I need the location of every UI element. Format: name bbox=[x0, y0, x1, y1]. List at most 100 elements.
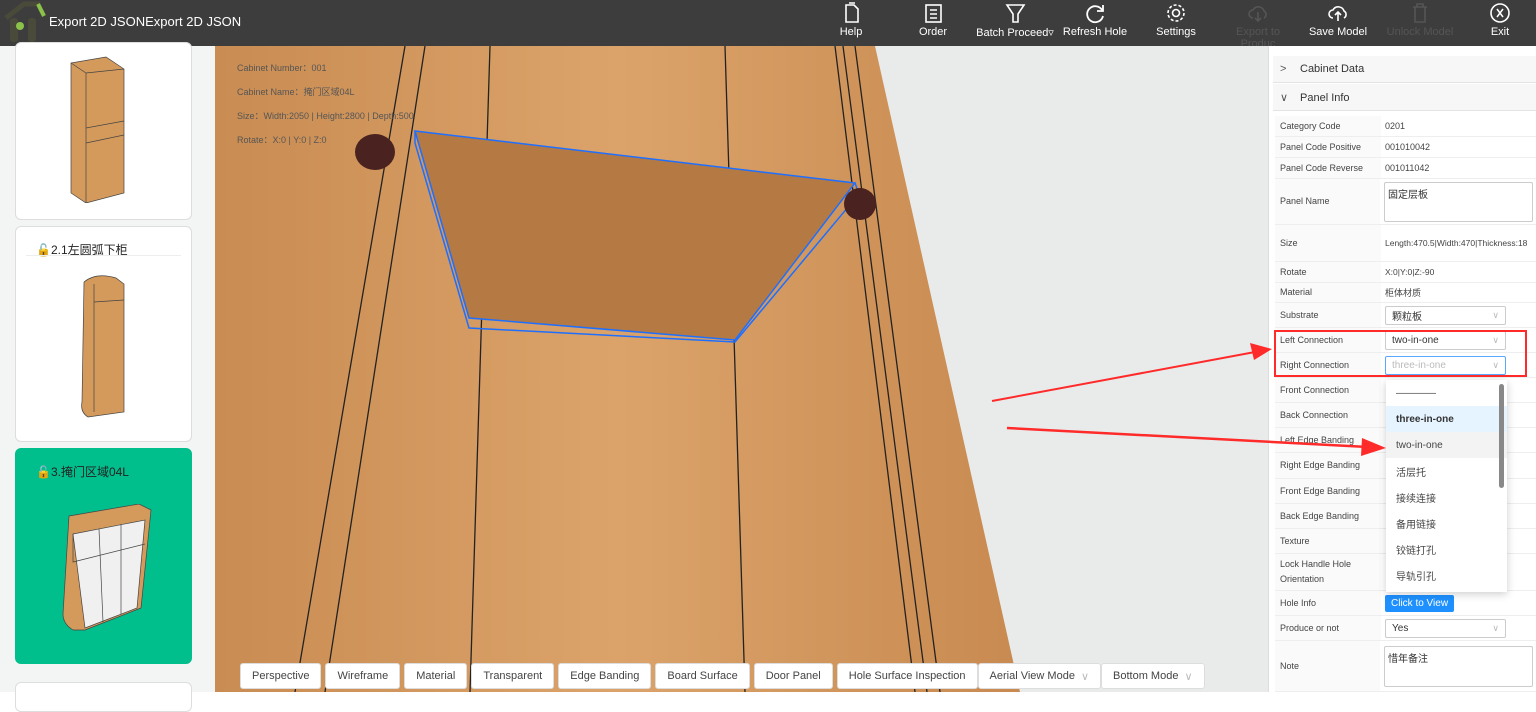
dropdown-option[interactable]: three-in-one bbox=[1386, 406, 1507, 432]
substrate-select[interactable]: 颗粒板 ∨ bbox=[1385, 305, 1506, 325]
row-label: Front Connection bbox=[1275, 378, 1381, 402]
trash-icon bbox=[1413, 3, 1427, 23]
cabinet-thumbnail bbox=[81, 275, 125, 418]
chevron-down-icon: ∨ bbox=[1280, 92, 1289, 104]
view-button[interactable]: Transparent bbox=[471, 663, 555, 689]
row-label: Size bbox=[1275, 225, 1381, 261]
row-value: Length:470.5|Width:470|Thickness:18 bbox=[1385, 238, 1528, 248]
3d-scene[interactable] bbox=[215, 46, 1268, 692]
produce-or-not-select[interactable]: Yes ∨ bbox=[1385, 618, 1506, 638]
property-row: Produce or not Yes ∨ bbox=[1275, 616, 1536, 641]
row-label: Panel Code Reverse bbox=[1275, 158, 1381, 178]
cabinet-card-1[interactable] bbox=[15, 42, 192, 220]
view-mode-select[interactable]: Bottom Mode ∨ bbox=[1101, 663, 1205, 689]
dropdown-option[interactable]: 活层托 bbox=[1386, 458, 1507, 484]
order-list-icon bbox=[925, 4, 942, 23]
toolbar-order-button[interactable]: Order bbox=[893, 2, 973, 38]
row-value: 0201 bbox=[1385, 121, 1406, 131]
dropdown-option[interactable]: 铰链打孔 bbox=[1386, 536, 1507, 562]
app-logo-icon bbox=[4, 1, 46, 42]
chevron-down-icon: ∨ bbox=[1492, 309, 1499, 320]
row-label: Lock Handle Hole Orientation bbox=[1275, 554, 1381, 590]
toolbar-save-model-button[interactable]: Save Model bbox=[1298, 2, 1378, 38]
property-row: Note 惜年备注 bbox=[1275, 641, 1536, 692]
cabinet-card-3-selected[interactable]: 🔓3.掩门区域04L bbox=[15, 448, 192, 664]
dropdown-option[interactable]: two-in-one bbox=[1386, 432, 1507, 458]
refresh-icon bbox=[1086, 5, 1104, 24]
toolbar-exit-button[interactable]: Exit bbox=[1460, 2, 1536, 38]
property-row: Panel Name 固定层板 bbox=[1275, 179, 1536, 225]
chevron-right-icon: > bbox=[1280, 63, 1287, 75]
row-label: Panel Name bbox=[1275, 179, 1380, 224]
row-label: Panel Code Positive bbox=[1275, 137, 1381, 157]
cabinet-info-line: Rotate：X:0 | Y:0 | Z:0 bbox=[237, 135, 327, 145]
gear-icon bbox=[1167, 4, 1185, 22]
dropdown-option[interactable]: 备用链接 bbox=[1386, 510, 1507, 536]
view-button[interactable]: Edge Banding bbox=[558, 663, 652, 689]
toolbar-settings-button[interactable]: Settings bbox=[1136, 2, 1216, 38]
row-label: Back Edge Banding bbox=[1275, 504, 1381, 528]
view-button[interactable]: Door Panel bbox=[753, 663, 833, 689]
hole-info-view-button[interactable]: Click to View bbox=[1385, 594, 1455, 612]
dropdown-option[interactable]: ———— bbox=[1386, 380, 1507, 406]
toolbar-help-button[interactable]: Help bbox=[811, 2, 891, 38]
dropdown-scrollbar[interactable] bbox=[1499, 384, 1504, 488]
dropdown-option[interactable]: 接续连接 bbox=[1386, 484, 1507, 510]
row-value: 柜体材质 bbox=[1385, 288, 1422, 298]
property-row: Category Code 0201 bbox=[1275, 116, 1536, 137]
row-label: Substrate bbox=[1275, 303, 1381, 327]
close-circle-icon bbox=[1490, 3, 1510, 23]
view-button[interactable]: Material bbox=[404, 663, 468, 689]
cabinet-info-line: Cabinet Number：001 bbox=[237, 63, 327, 73]
row-label: Front Edge Banding bbox=[1275, 479, 1381, 503]
cloud-upload-icon bbox=[1328, 6, 1347, 21]
row-value: 001011042 bbox=[1385, 163, 1430, 173]
chevron-down-icon: ∨ bbox=[1184, 670, 1193, 683]
section-panel-info[interactable]: ∨ Panel Info bbox=[1273, 84, 1536, 111]
help-doc-icon bbox=[845, 2, 859, 23]
view-mode-select[interactable]: Aerial View Mode ∨ bbox=[977, 663, 1102, 689]
row-label: Category Code bbox=[1275, 116, 1381, 136]
cabinet-thumbnail bbox=[62, 504, 152, 631]
row-label: Rotate bbox=[1275, 262, 1381, 282]
panel-name-textarea[interactable]: 固定层板 bbox=[1384, 181, 1533, 222]
note-textarea[interactable]: 惜年备注 bbox=[1384, 645, 1533, 687]
cabinet-card-2[interactable]: 🔓2.1左圆弧下柜 bbox=[15, 226, 192, 442]
toolbar-batch-proceed-button[interactable]: Batch Proceed▿ bbox=[975, 2, 1055, 39]
3d-viewport[interactable]: Cabinet Number：001 Cabinet Name：掩门区域04L Si… bbox=[215, 46, 1268, 692]
row-label: Hole Info bbox=[1275, 591, 1381, 615]
row-label: Texture bbox=[1275, 529, 1381, 553]
highlight-box bbox=[1274, 330, 1527, 377]
chevron-down-icon: ∨ bbox=[1492, 622, 1499, 633]
row-value: 001010042 bbox=[1385, 142, 1431, 152]
row-label: Material bbox=[1275, 283, 1381, 302]
toolbar-unlock-model-button[interactable]: Unlock Model bbox=[1380, 2, 1460, 38]
view-button[interactable]: Wireframe bbox=[325, 663, 401, 689]
dropdown-option[interactable]: 导轨引孔 bbox=[1386, 562, 1507, 588]
cabinet-list-sidebar[interactable]: 🔓2.1左圆弧下柜 🔓3.掩门区域04L bbox=[0, 42, 215, 712]
view-button[interactable]: Hole Surface Inspection bbox=[836, 663, 978, 689]
row-label: Right Edge Banding bbox=[1275, 453, 1381, 478]
row-label: Produce or not bbox=[1275, 616, 1381, 640]
row-value: X:0|Y:0|Z:-90 bbox=[1385, 267, 1435, 277]
app-title: Export 2D JSONExport 2D JSON bbox=[49, 14, 242, 29]
property-row: Panel Code Reverse 001011042 bbox=[1275, 158, 1536, 179]
property-row: Substrate 颗粒板 ∨ bbox=[1275, 303, 1536, 328]
property-row: Rotate X:0|Y:0|Z:-90 bbox=[1275, 262, 1536, 283]
connection-dropdown-menu[interactable]: ———— three-in-one two-in-one 活层托 接续连接 备用链接 铰链打… bbox=[1386, 380, 1507, 592]
toolbar-refresh-hole-button[interactable]: Refresh Hole bbox=[1055, 2, 1135, 38]
row-label: Left Edge Banding bbox=[1275, 428, 1381, 452]
view-button[interactable]: Perspective bbox=[240, 663, 322, 689]
cabinet-info-line: Cabinet Name：掩门区域04L bbox=[237, 87, 355, 97]
property-row: Hole Info Click to View bbox=[1275, 591, 1536, 616]
chevron-down-icon: ∨ bbox=[1080, 670, 1090, 683]
section-cabinet-data[interactable]: > Cabinet Data bbox=[1273, 56, 1536, 83]
property-row: Size Length:470.5|Width:470|Thickness:18 bbox=[1275, 225, 1536, 262]
row-label: Back Connection bbox=[1275, 403, 1381, 427]
cabinet-card-4[interactable] bbox=[15, 682, 192, 712]
toolbar-export-to-produc-button[interactable]: Export to Produc bbox=[1218, 2, 1298, 50]
cabinet-card-title: 🔓3.掩门区域04L bbox=[36, 465, 129, 479]
view-button[interactable]: Board Surface bbox=[655, 663, 750, 689]
top-bar: Export 2D JSONExport 2D JSON Help Order Ba… bbox=[0, 0, 1536, 50]
cloud-download-icon bbox=[1248, 6, 1267, 23]
